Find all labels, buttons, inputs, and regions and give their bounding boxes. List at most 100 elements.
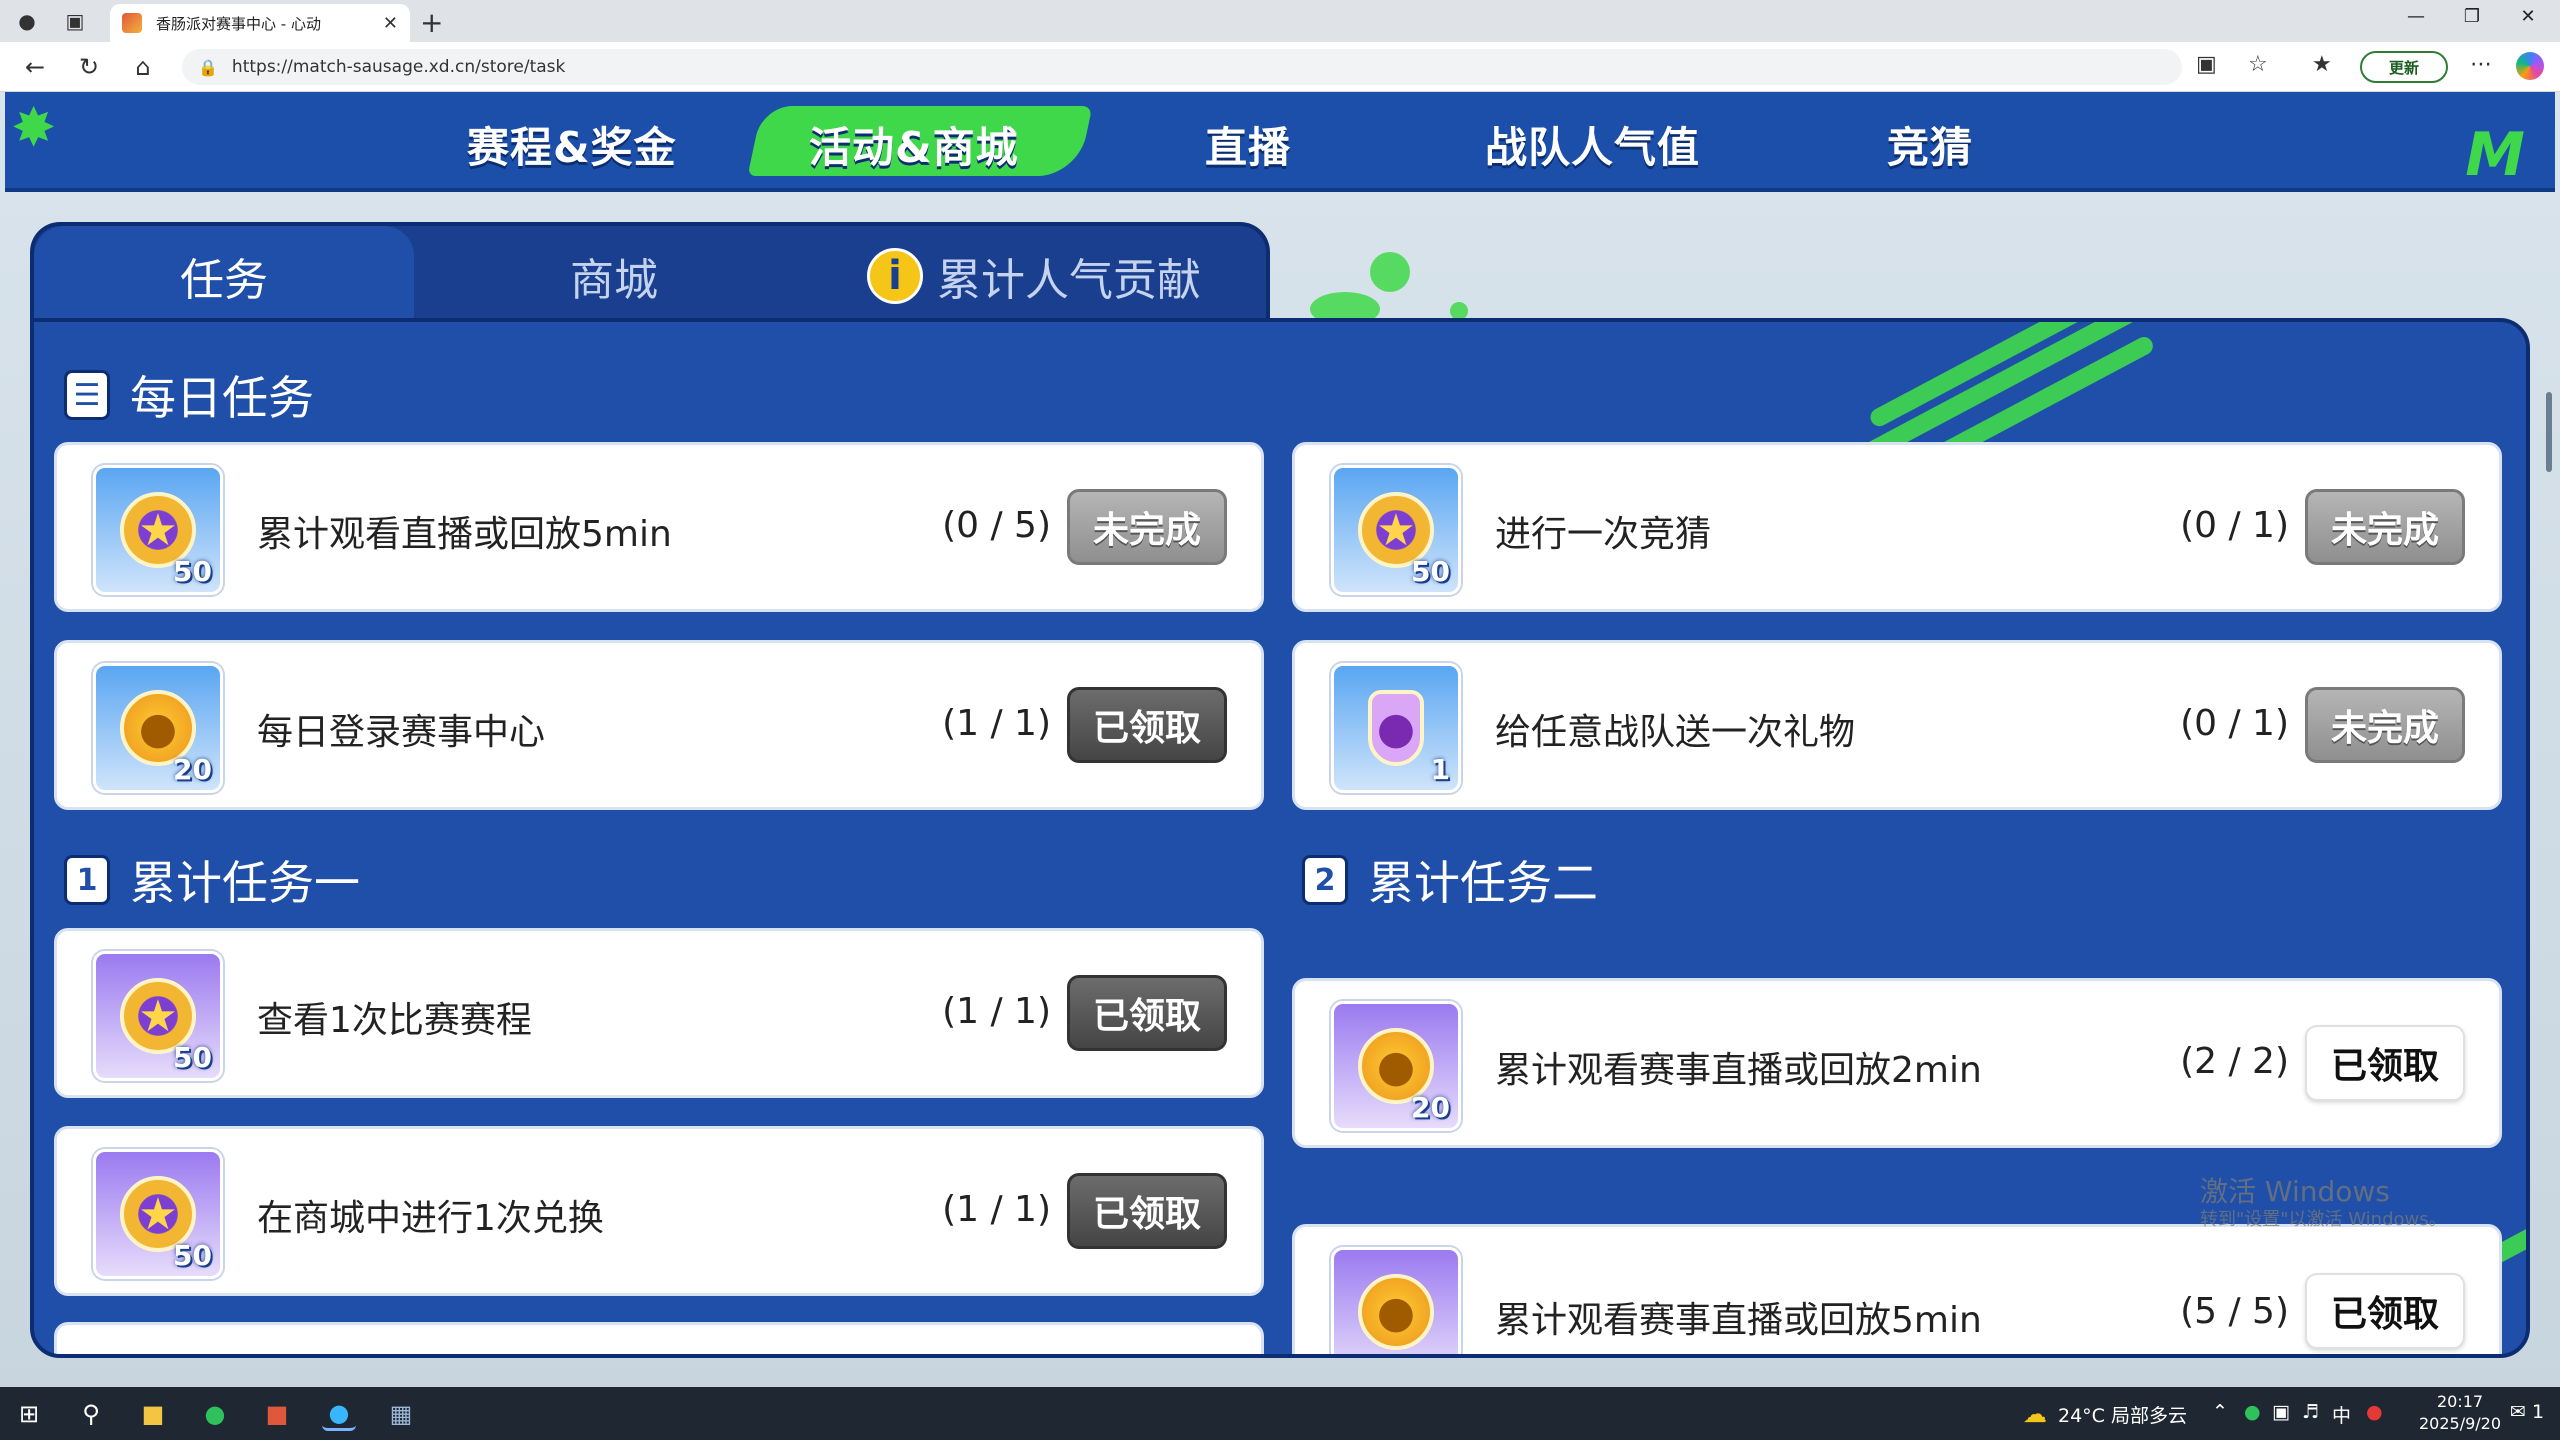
reward-item: ● [1331, 1247, 1461, 1354]
section-cumulative-2-title: 累计任务二 [1362, 847, 1618, 921]
system-clock[interactable]: 20:17 2025/9/20 [2400, 1391, 2520, 1435]
task-status-button[interactable]: 未完成 [2305, 687, 2465, 763]
nav-guess[interactable]: 竞猜 [1887, 114, 1973, 175]
task-status-button[interactable]: 已领取 [2305, 1025, 2465, 1101]
task-status-button[interactable]: 已领取 [2305, 1273, 2465, 1349]
start-menu-icon[interactable]: ⊞ [12, 1397, 46, 1431]
tab-store[interactable]: 商城 [434, 226, 794, 326]
profile-icon[interactable]: ● [12, 6, 42, 36]
task-progress: (0 / 1) [2180, 505, 2289, 546]
reward-quantity: 1 [1430, 753, 1450, 786]
tab-actions-icon[interactable]: ▣ [60, 6, 90, 36]
tab-store-label: 商城 [570, 255, 658, 306]
brand-logo-icon: M [2465, 120, 2525, 190]
section-daily-tasks: ☰ 每日任务 [64, 362, 334, 436]
section-daily-title: 每日任务 [124, 362, 334, 436]
site-favicon-icon [122, 13, 142, 33]
calculator-icon[interactable]: ▦ [384, 1397, 418, 1431]
reward-quantity: 50 [173, 1239, 212, 1272]
new-tab-icon[interactable]: + [420, 6, 443, 39]
network-icon[interactable]: ▣ [2272, 1401, 2290, 1423]
back-icon[interactable]: ← [20, 52, 50, 82]
tray-expand-icon[interactable]: ⌃ [2212, 1401, 2228, 1423]
reward-quantity: 50 [173, 555, 212, 588]
tab-tasks[interactable]: 任务 [34, 226, 414, 326]
file-explorer-icon[interactable]: ■ [136, 1397, 170, 1431]
page-scrollbar[interactable] [2546, 392, 2552, 472]
favorite-star-icon[interactable]: ☆ [2248, 52, 2268, 77]
task-status-button[interactable]: 已领取 [1067, 1173, 1227, 1249]
task-status-button[interactable]: 未完成 [2305, 489, 2465, 565]
clock-time: 20:17 [2436, 1392, 2484, 1411]
number-one-badge-icon: 1 [64, 855, 110, 905]
section-cumulative-1: 1 累计任务一 [64, 847, 380, 921]
browser-tab-bar: ● ▣ 香肠派对赛事中心 - 心动 ✕ + — ❐ ✕ [0, 0, 2560, 42]
reward-quantity: 20 [173, 753, 212, 786]
reward-quantity: 50 [173, 1041, 212, 1074]
reward-item: ★ 50 [1331, 465, 1461, 595]
task-card: ● 20 每日登录赛事中心 (1 / 1) 已领取 [54, 640, 1264, 810]
nav-schedule-prizes[interactable]: 赛程&奖金 [467, 114, 677, 175]
close-window-icon[interactable]: ✕ [2508, 6, 2548, 27]
windows-taskbar: ⊞ ⚲ ■ ● ■ ● ▦ ☁ 24°C 局部多云 ⌃ ● ▣ ♬ 中 ● 20… [0, 1387, 2560, 1440]
edge-browser-icon[interactable]: ● [322, 1397, 356, 1431]
clipboard-icon: ☰ [64, 370, 110, 420]
wechat-icon[interactable]: ● [198, 1397, 232, 1431]
task-status-button[interactable]: 未完成 [1067, 489, 1227, 565]
game-app-icon[interactable]: ■ [260, 1397, 294, 1431]
info-icon: i [867, 248, 923, 304]
notification-center-icon[interactable]: ✉ 1 [2510, 1401, 2544, 1423]
wechat-tray-icon[interactable]: ● [2244, 1401, 2261, 1423]
tab-tasks-label: 任务 [180, 255, 268, 306]
reward-quantity: 50 [1411, 555, 1450, 588]
more-options-icon[interactable]: ⋯ [2470, 52, 2492, 77]
reward-item: ● 20 [1331, 1001, 1461, 1131]
app-available-icon[interactable]: ▣ [2196, 52, 2217, 77]
task-card: ● 20 累计观看赛事直播或回放2min (2 / 2) 已领取 [1292, 978, 2502, 1148]
task-description: 每日登录赛事中心 [257, 712, 546, 753]
refresh-icon[interactable]: ↻ [74, 52, 104, 82]
copilot-icon[interactable] [2516, 52, 2544, 80]
notification-count: 1 [2531, 1401, 2545, 1423]
panel-tabs: 任务 商城 i 累计人气贡献 [30, 222, 1270, 326]
nav-live[interactable]: 直播 [1205, 114, 1291, 175]
search-icon[interactable]: ⚲ [74, 1397, 108, 1431]
task-card: ★ 50 累计观看直播或回放5min (0 / 5) 未完成 [54, 442, 1264, 612]
task-description: 给任意战队送一次礼物 [1495, 712, 1856, 753]
security-tray-icon[interactable]: ● [2366, 1401, 2383, 1423]
section-cumulative-2: 2 累计任务二 [1302, 847, 1618, 921]
home-icon[interactable]: ⌂ [128, 52, 158, 82]
favorites-icon[interactable]: ★ [2312, 52, 2332, 77]
volume-icon[interactable]: ♬ [2302, 1401, 2319, 1423]
minimize-icon[interactable]: — [2396, 6, 2436, 27]
lock-icon: 🔒 [198, 57, 218, 77]
restore-icon[interactable]: ❐ [2452, 6, 2492, 27]
task-progress: (2 / 2) [2180, 1041, 2289, 1082]
task-status-button[interactable]: 已领取 [1067, 687, 1227, 763]
close-tab-icon[interactable]: ✕ [383, 13, 398, 34]
tab-popularity-contribution[interactable]: i 累计人气贡献 [814, 226, 1254, 326]
task-status-button[interactable]: 已领取 [1067, 975, 1227, 1051]
weather-icon[interactable]: ☁ [2018, 1397, 2052, 1431]
browser-tab[interactable]: 香肠派对赛事中心 - 心动 ✕ [110, 4, 410, 42]
task-progress: (1 / 1) [942, 703, 1051, 744]
task-progress: (1 / 1) [942, 1189, 1051, 1230]
update-button[interactable]: 更新 [2360, 51, 2448, 83]
nav-team-popularity[interactable]: 战队人气值 [1485, 114, 1700, 175]
drink-cup-icon: ● [1368, 690, 1424, 766]
task-progress: (1 / 1) [942, 991, 1051, 1032]
url-field[interactable]: 🔒 https://match-sausage.xd.cn/store/task [182, 49, 2182, 85]
task-progress: (5 / 5) [2180, 1291, 2289, 1332]
task-description: 在商城中进行1次兑换 [257, 1198, 604, 1239]
url-text: https://match-sausage.xd.cn/store/task [231, 57, 566, 77]
paint-splash-icon [1370, 252, 1410, 292]
task-description: 累计观看赛事直播或回放2min [1495, 1050, 1982, 1091]
weather-text[interactable]: 24°C 局部多云 [2058, 1401, 2187, 1428]
brand-splash-icon: ✸ [11, 96, 57, 159]
browser-tab-title: 香肠派对赛事中心 - 心动 [156, 14, 321, 33]
nav-activity-store[interactable]: 活动&商城 [809, 114, 1019, 175]
section-cumulative-1-title: 累计任务一 [124, 847, 380, 921]
task-panel: 任务 商城 i 累计人气贡献 ☰ 每日任务 ★ 50 累计观看直播或回放5min… [30, 222, 2530, 1362]
task-progress: (0 / 1) [2180, 703, 2289, 744]
ime-indicator[interactable]: 中 [2332, 1401, 2351, 1428]
